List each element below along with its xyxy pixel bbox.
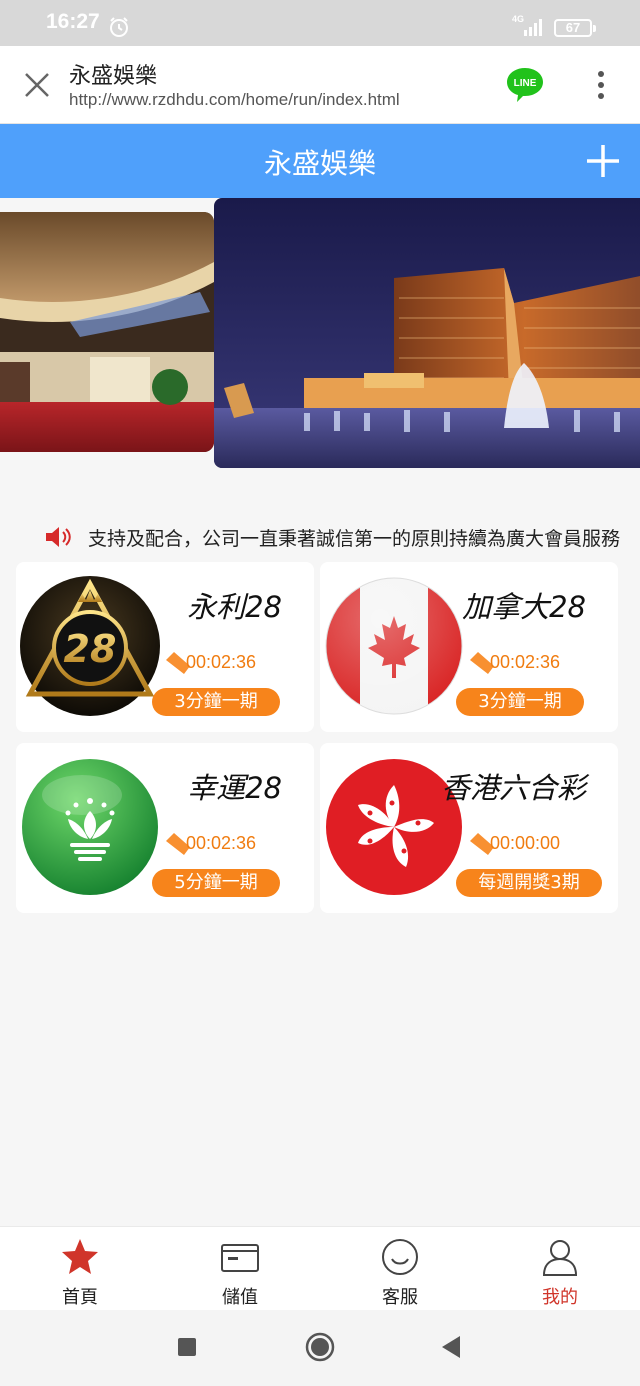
status-bar: 16:27 4G 67 [0,0,640,46]
game-card-lucky28[interactable]: 幸運28 00:02:36 5分鐘一期 [16,743,314,913]
nav-item-home[interactable]: 首頁 [0,1227,160,1311]
countdown-text: 00:02:36 [186,652,257,672]
nav-label: 我的 [542,1287,578,1308]
speaker-icon [46,527,71,547]
banner-slide-lobby[interactable] [0,212,214,452]
bottom-nav: 首頁 儲值 客服 我的 [0,1226,640,1310]
notice-marquee: 支持及配合，公司一直秉著誠信第一的原則持續為廣大會員服務 [0,518,640,556]
banner-slide-resort[interactable] [214,198,640,468]
notice-text: 支持及配合，公司一直秉著誠信第一的原則持續為廣大會員服務 [88,528,621,550]
user-icon [542,1240,578,1276]
period-badge: 每週開獎3期 [456,869,602,897]
system-nav-bar [0,1310,640,1386]
game-name: 永利28 [187,590,282,624]
close-icon[interactable] [20,68,54,102]
browser-bar: 永盛娛樂 http://www.rzdhdu.com/home/run/inde… [0,46,640,124]
nav-label: 客服 [382,1287,418,1308]
game-name: 香港六合彩 [440,771,586,805]
period-badge: 3分鐘一期 [456,688,584,716]
game-card-yongli28[interactable]: 28 永利28 00:02:36 3分鐘一期 [16,562,314,732]
app-header: 永盛娛樂 [0,124,640,198]
recent-apps-button[interactable] [178,1338,196,1356]
signal-icon [524,19,542,36]
wallet-icon [221,1244,259,1272]
lobby-image [0,212,214,452]
nav-item-service[interactable]: 客服 [320,1227,480,1311]
yongli28-logo-text: 28 [64,627,117,671]
star-icon [62,1239,98,1274]
period-badge: 5分鐘一期 [152,869,280,897]
smiley-icon [382,1239,418,1275]
nav-item-profile[interactable]: 我的 [480,1227,640,1311]
game-card-canada28[interactable]: 加拿大28 00:02:36 3分鐘一期 [320,562,618,732]
back-button[interactable] [440,1334,462,1360]
plus-icon[interactable] [584,142,622,180]
countdown-text: 00:00:00 [490,833,561,853]
macau-flag-icon [22,759,158,895]
game-name: 幸運28 [187,771,282,805]
banner-carousel[interactable] [0,198,640,470]
period-badge: 3分鐘一期 [152,688,280,716]
alarm-icon [110,17,128,37]
browser-url[interactable]: http://www.rzdhdu.com/home/run/index.htm… [69,90,400,110]
nav-label: 儲值 [222,1287,258,1308]
home-button[interactable] [305,1332,335,1362]
countdown-text: 00:02:36 [186,833,257,853]
status-time: 16:27 [46,10,100,33]
nav-label: 首頁 [62,1287,98,1308]
browser-title: 永盛娛樂 [69,64,158,89]
line-label: LINE [514,78,537,89]
app-title: 永盛娛樂 [263,147,376,180]
more-options-icon[interactable] [588,68,614,102]
resort-image [214,198,640,468]
game-name: 加拿大28 [462,590,586,624]
game-card-hk-marksix[interactable]: 香港六合彩 00:00:00 每週開獎3期 [320,743,618,913]
line-share-icon[interactable]: LINE [505,66,545,104]
countdown-text: 00:02:36 [490,652,561,672]
nav-item-deposit[interactable]: 儲值 [160,1227,320,1311]
battery-indicator: 67 [554,19,596,37]
yongli28-logo: 28 [20,576,160,716]
canada-flag-icon [325,577,463,715]
